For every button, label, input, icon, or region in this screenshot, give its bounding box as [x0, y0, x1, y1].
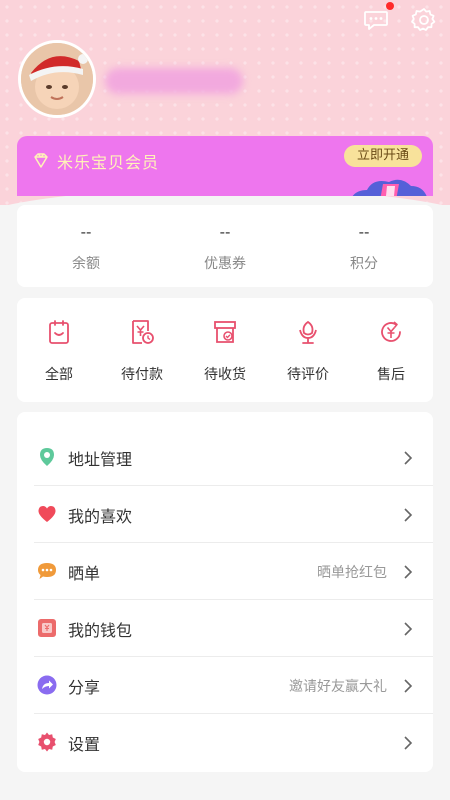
coupon-label: 优惠券: [204, 256, 246, 272]
pending-receipt-icon: [214, 321, 236, 343]
coupon-stat[interactable]: -- 优惠券: [156, 223, 294, 273]
comment-icon: [38, 563, 56, 579]
balance-label: 余额: [72, 256, 100, 272]
points-value: --: [358, 223, 370, 241]
order-after-sales-label: 售后: [377, 367, 405, 383]
menu-share-label: 分享: [68, 678, 101, 697]
order-pending-payment-label: 待付款: [121, 367, 163, 383]
avatar[interactable]: [18, 40, 96, 118]
menu-address[interactable]: 地址管理: [17, 429, 433, 486]
profile-header: 米乐宝贝会员 立即开通: [0, 0, 450, 205]
orders-panel: 全部 待付款 待收货 待评价 售后: [17, 298, 433, 402]
order-pending-review-label: 待评价: [287, 367, 329, 383]
menu-show-order[interactable]: 晒单 晒单抢红包: [17, 543, 433, 600]
order-pending-review[interactable]: 待评价: [273, 318, 343, 384]
points-label: 积分: [350, 256, 378, 272]
heart-icon: [38, 506, 56, 522]
order-pending-receipt-label: 待收货: [204, 367, 246, 383]
menu-favorites[interactable]: 我的喜欢: [17, 486, 433, 543]
menu-show-order-label: 晒单: [68, 564, 101, 583]
balance-value: --: [80, 223, 92, 241]
share-icon: [37, 675, 57, 695]
menu-settings[interactable]: 设置: [17, 714, 433, 771]
open-membership-button[interactable]: 立即开通: [344, 145, 422, 167]
menu-wallet[interactable]: 我的钱包: [17, 600, 433, 657]
coupon-value: --: [219, 223, 231, 241]
gear-icon[interactable]: [410, 6, 438, 34]
menu-share-hint: 邀请好友赢大礼: [289, 679, 387, 695]
member-card[interactable]: 米乐宝贝会员 立即开通: [17, 136, 433, 196]
diamond-icon: [34, 153, 48, 168]
menu-address-label: 地址管理: [68, 450, 133, 469]
username-blurred: [105, 68, 243, 94]
avatar-photo: [21, 43, 93, 115]
menu-favorites-label: 我的喜欢: [68, 507, 133, 526]
chat-bubble-icon[interactable]: [362, 6, 390, 34]
chevron-right-icon: [404, 508, 413, 522]
order-all[interactable]: 全部: [24, 318, 94, 384]
unread-dot: [386, 2, 394, 10]
all-orders-icon: [49, 320, 69, 344]
order-pending-receipt[interactable]: 待收货: [190, 318, 260, 384]
settings-menu: 地址管理 我的喜欢 晒单 晒单抢红包 我的钱包 分享 邀请好友赢大礼 设置: [17, 412, 433, 772]
wallet-icon: [38, 619, 56, 637]
pending-payment-icon: [132, 320, 154, 344]
location-pin-icon: [40, 448, 54, 466]
order-pending-payment[interactable]: 待付款: [107, 318, 177, 384]
cloud-decoration-icon: [352, 179, 427, 196]
order-all-label: 全部: [45, 367, 73, 383]
menu-settings-label: 设置: [68, 735, 101, 754]
menu-show-order-hint: 晒单抢红包: [317, 565, 387, 581]
settings-icon: [38, 732, 56, 752]
menu-share[interactable]: 分享 邀请好友赢大礼: [17, 657, 433, 714]
chevron-right-icon: [404, 451, 413, 465]
member-title: 米乐宝贝会员: [57, 153, 160, 172]
chevron-right-icon: [404, 565, 413, 579]
menu-wallet-label: 我的钱包: [68, 621, 133, 640]
chevron-right-icon: [404, 679, 413, 693]
after-sales-icon: [381, 321, 401, 342]
pending-review-icon: [299, 320, 317, 344]
chevron-right-icon: [404, 622, 413, 636]
assets-panel: -- 余额 -- 优惠券 -- 积分: [17, 205, 433, 287]
chevron-right-icon: [404, 736, 413, 750]
points-stat[interactable]: -- 积分: [295, 223, 433, 273]
balance-stat[interactable]: -- 余额: [17, 223, 155, 273]
order-after-sales[interactable]: 售后: [356, 318, 426, 384]
